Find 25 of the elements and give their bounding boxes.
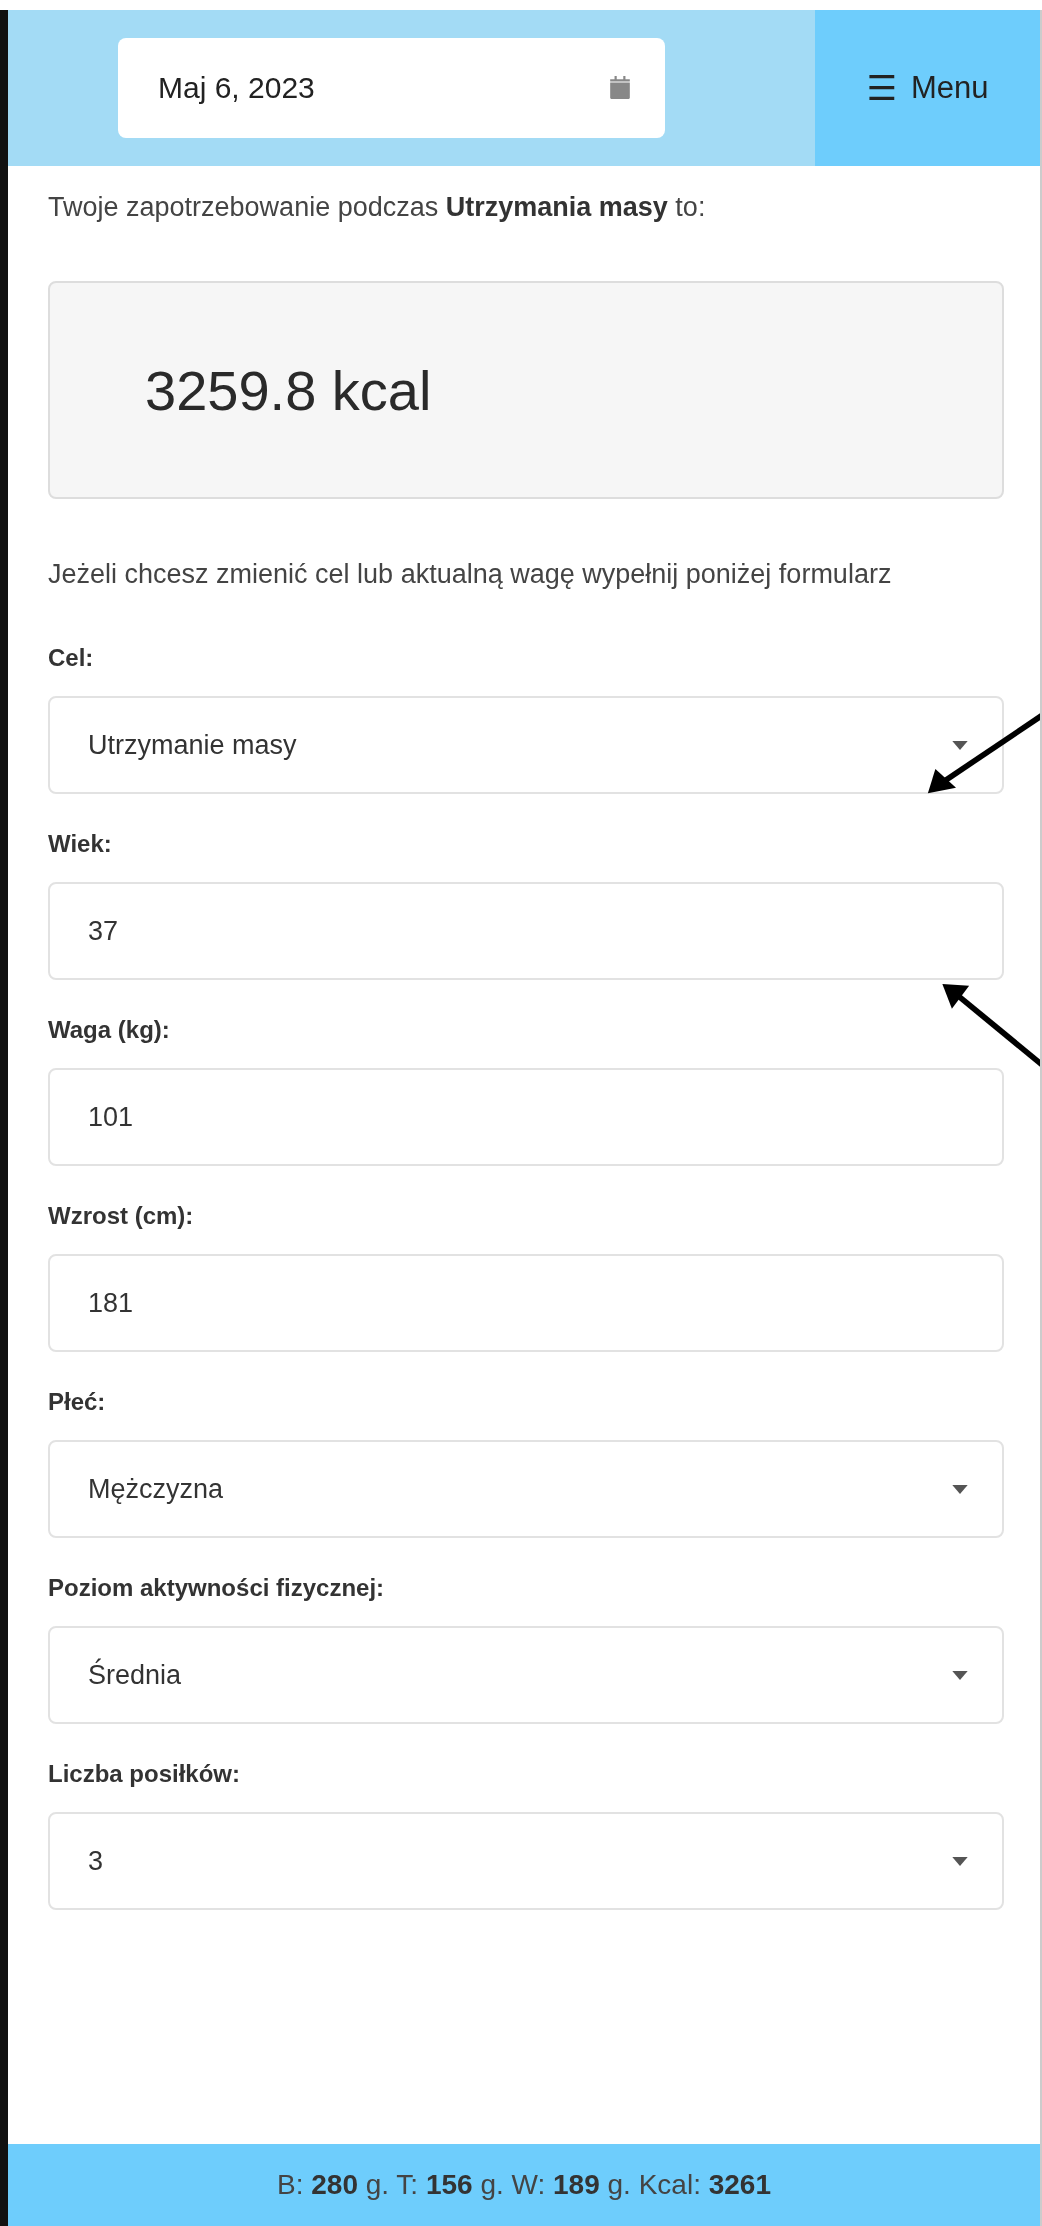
caret-icon	[952, 1484, 968, 1494]
field-label: Płeć:	[48, 1388, 107, 1417]
caret-icon	[952, 1856, 968, 1866]
field-label: Liczba posiłków:	[48, 1760, 242, 1789]
dropdown[interactable]: 3	[48, 1812, 1004, 1911]
macro-summary: B: 280 g. T: 156 g. W: 189 g. Kcal: 3261	[277, 2169, 771, 2201]
form-hint: Jeżeli chcesz zmienić cel lub aktualną wagę wypełnij poniżej formularz	[48, 558, 893, 591]
dropdown[interactable]: Mężczyzna	[48, 1440, 1004, 1539]
input-field[interactable]: 181	[48, 1254, 1004, 1353]
field-label: Wzrost (cm):	[48, 1202, 195, 1231]
input-field[interactable]: 37	[48, 882, 1004, 981]
field-label: Poziom aktywności fizycznej:	[48, 1574, 386, 1603]
dropdown[interactable]: Średnia	[48, 1626, 1004, 1725]
caret-icon	[952, 1670, 968, 1680]
caret-icon	[952, 740, 968, 750]
dropdown[interactable]: Utrzymanie masy	[48, 696, 1004, 795]
menu-button[interactable]: ☰ Menu	[815, 10, 1040, 166]
date-field[interactable]: Maj 6, 2023	[118, 38, 665, 138]
field-label: Waga (kg):	[48, 1016, 171, 1045]
intro-text: Twoje zapotrzebowanie podczas Utrzymania masy to:	[48, 192, 707, 223]
field-label: Cel:	[48, 644, 95, 673]
field-label: Wiek:	[48, 830, 113, 859]
input-field[interactable]: 101	[48, 1068, 1004, 1167]
calendar-icon	[609, 76, 631, 100]
calorie-value: 3259.8 kcal	[145, 357, 432, 423]
